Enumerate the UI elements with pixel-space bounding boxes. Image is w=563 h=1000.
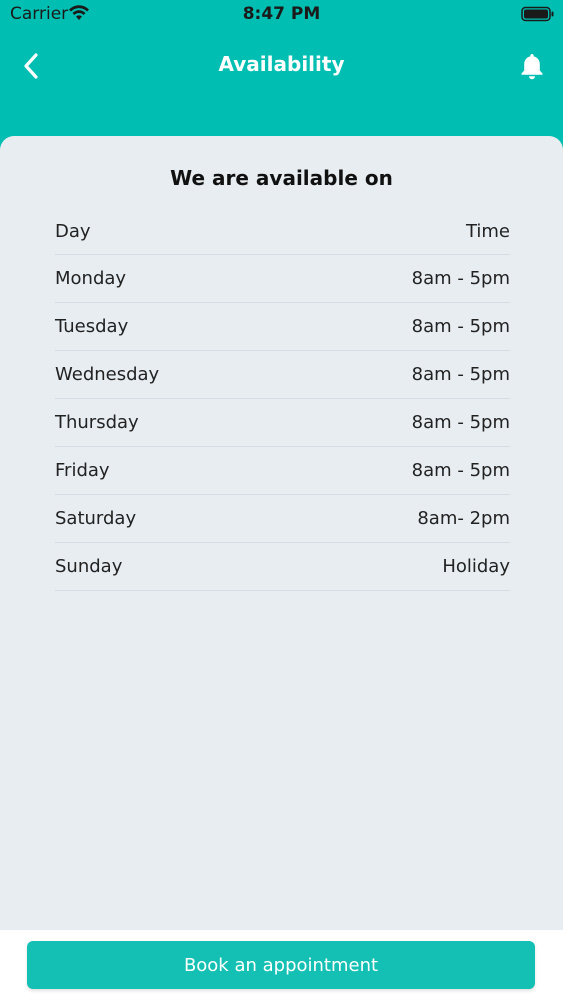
day-cell: Monday — [55, 268, 127, 289]
bottom-action-bar: Book an appointment — [0, 930, 563, 1000]
time-cell: 8am - 5pm — [411, 364, 510, 385]
time-cell: 8am - 5pm — [411, 460, 510, 481]
column-header-day: Day — [55, 220, 91, 242]
table-header-row: Day Time — [55, 208, 510, 255]
nav-header: Availability — [0, 30, 563, 102]
table-row: Tuesday 8am - 5pm — [55, 303, 510, 351]
time-cell: 8am - 5pm — [411, 412, 510, 433]
day-cell: Saturday — [55, 508, 137, 529]
table-row: Saturday 8am- 2pm — [55, 495, 510, 543]
bell-icon — [521, 54, 543, 80]
day-cell: Wednesday — [55, 364, 160, 385]
day-cell: Tuesday — [55, 316, 129, 337]
status-time: 8:47 PM — [242, 4, 321, 24]
day-cell: Friday — [55, 460, 110, 481]
time-cell: 8am - 5pm — [411, 268, 510, 289]
availability-card: We are available on Day Time Monday 8am … — [0, 136, 563, 936]
table-row: Monday 8am - 5pm — [55, 255, 510, 303]
day-cell: Thursday — [55, 412, 139, 433]
day-cell: Sunday — [55, 556, 123, 577]
table-row: Wednesday 8am - 5pm — [55, 351, 510, 399]
notification-button[interactable] — [515, 48, 549, 84]
time-cell: 8am- 2pm — [417, 508, 510, 529]
time-cell: 8am - 5pm — [411, 316, 510, 337]
table-row: Thursday 8am - 5pm — [55, 399, 510, 447]
book-appointment-button[interactable]: Book an appointment — [27, 941, 535, 989]
availability-heading: We are available on — [170, 166, 393, 190]
page-title: Availability — [218, 52, 345, 76]
column-header-time: Time — [465, 220, 510, 242]
status-bar: Carrier 8:47 PM — [0, 0, 563, 30]
table-row: Friday 8am - 5pm — [55, 447, 510, 495]
time-cell: Holiday — [442, 556, 510, 577]
availability-table: Day Time Monday 8am - 5pm Tuesday 8am - … — [55, 208, 510, 591]
table-row: Sunday Holiday — [55, 543, 510, 591]
battery-icon — [521, 6, 554, 22]
